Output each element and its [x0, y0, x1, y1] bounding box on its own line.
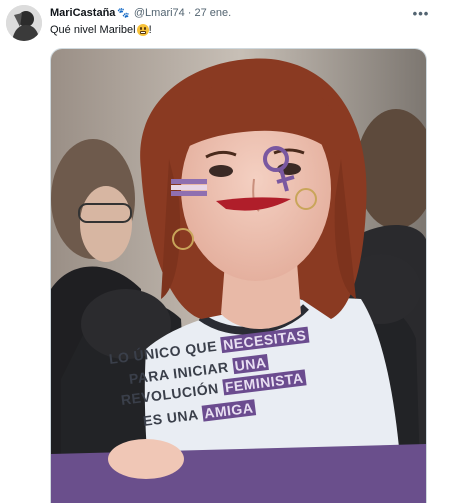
tweet-media-photo[interactable]: LO ÚNICO QUE NECESITAS PARA INICIAR UNA … [50, 48, 427, 503]
tweet[interactable]: MariCastaña 🐾 @Lmari74 · 27 ene. ••• Qué… [0, 0, 456, 503]
author-handle[interactable]: @Lmari74 [134, 7, 185, 19]
tweet-date[interactable]: 27 ene. [194, 7, 231, 19]
paw-prints-icon: 🐾 [117, 7, 130, 19]
author-display-name[interactable]: MariCastaña [50, 7, 115, 19]
tweet-text-suffix: ! [148, 24, 152, 36]
tweet-text: Qué nivel Maribel ! [50, 22, 152, 38]
tweet-text-body: Qué nivel Maribel [50, 24, 136, 36]
avatar-image [6, 5, 42, 41]
tweet-header: MariCastaña 🐾 @Lmari74 · 27 ene. [50, 4, 231, 22]
more-options-icon[interactable]: ••• [410, 2, 432, 24]
photo-woman-protest [51, 49, 426, 503]
author-avatar[interactable] [6, 5, 42, 41]
header-separator: · [187, 7, 192, 19]
grimacing-face-icon [136, 24, 149, 36]
